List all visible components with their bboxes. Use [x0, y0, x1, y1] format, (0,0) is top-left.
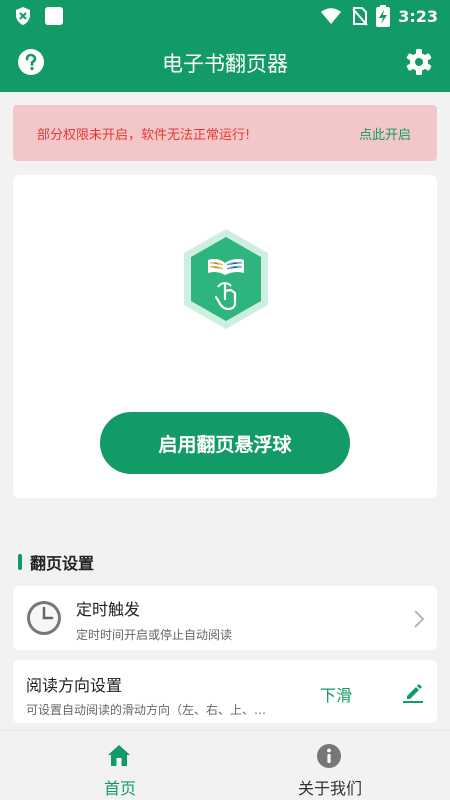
nav-home[interactable]: 首页: [50, 743, 190, 799]
info-icon: [317, 744, 341, 768]
chevron-right-icon[interactable]: [413, 610, 425, 628]
reading-direction-setting[interactable]: 阅读方向设置 可设置自动阅读的滑动方向（左、右、上、… 下滑: [13, 660, 437, 723]
status-time: 3:23: [398, 6, 438, 26]
section-accent-bar: [18, 554, 22, 570]
permission-banner: 部分权限未开启，软件无法正常运行! 点此开启: [13, 105, 437, 161]
edit-icon[interactable]: [401, 680, 425, 704]
page-settings-section-title: 翻页设置: [18, 552, 95, 573]
permission-warning-text: 部分权限未开启，软件无法正常运行!: [37, 128, 251, 143]
bottom-navigation: 首页 关于我们: [0, 730, 450, 800]
nav-about-label: 关于我们: [297, 779, 362, 798]
enable-permission-link[interactable]: 点此开启: [359, 124, 411, 143]
app-title: 电子书翻页器: [162, 52, 288, 76]
reading-direction-title: 阅读方向设置: [26, 676, 123, 695]
shield-icon: [16, 7, 30, 25]
enable-floating-ball-button[interactable]: 启用翻页悬浮球: [100, 412, 350, 474]
battery-charging-icon: [376, 5, 391, 27]
timed-trigger-title: 定时触发: [76, 600, 141, 619]
book-page-turn-logo-icon: [184, 229, 268, 329]
timed-trigger-setting[interactable]: 定时触发 定时时间开启或停止自动阅读: [13, 586, 437, 650]
nav-home-label: 首页: [103, 779, 136, 798]
no-sim-icon: [352, 7, 368, 26]
section-title-text: 翻页设置: [30, 554, 95, 573]
floating-ball-card: 启用翻页悬浮球: [13, 175, 437, 498]
gear-icon[interactable]: [405, 48, 433, 76]
home-icon: [108, 745, 130, 766]
nav-about[interactable]: 关于我们: [260, 743, 400, 799]
app-bar: 电子书翻页器: [0, 32, 450, 92]
timed-trigger-subtitle: 定时时间开启或停止自动阅读: [76, 628, 233, 642]
reading-direction-subtitle: 可设置自动阅读的滑动方向（左、右、上、…: [26, 703, 267, 717]
square-icon: [45, 7, 63, 25]
clock-icon: [27, 601, 61, 635]
status-bar: 3:23: [0, 0, 450, 32]
wifi-icon: [321, 8, 342, 24]
status-left-icons: [14, 6, 64, 26]
reading-direction-value[interactable]: 下滑: [320, 682, 352, 706]
status-right-icons: 3:23: [320, 5, 438, 27]
